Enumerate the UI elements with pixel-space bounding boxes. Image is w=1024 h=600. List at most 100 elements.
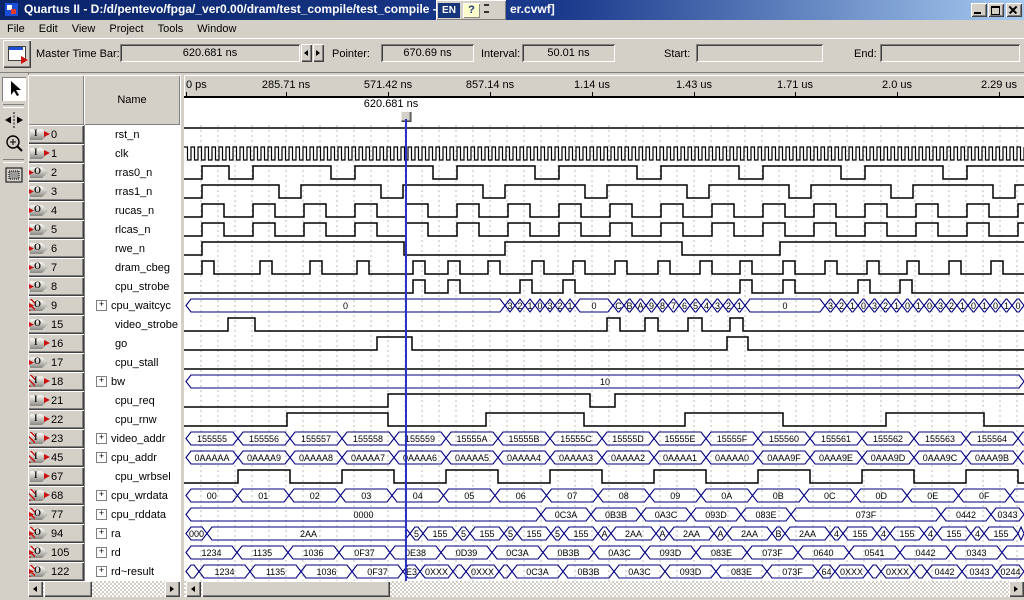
- signal-number-button-rst_n[interactable]: I0: [28, 125, 84, 144]
- scrollbar-thumb[interactable]: [202, 581, 390, 597]
- signal-number-button-go[interactable]: I16: [28, 334, 84, 353]
- title-bar[interactable]: Quartus II - D:/d/pentevo/fpga/_ver0.00/…: [0, 0, 1024, 20]
- zoom-icon[interactable]: [2, 132, 26, 156]
- menu-window[interactable]: Window: [190, 21, 243, 37]
- signal-row-cpu_wrdata[interactable]: +cpu_wrdata: [85, 486, 181, 505]
- signal-number-button-dram_cbeg[interactable]: O7: [28, 258, 84, 277]
- master-time-bar-value[interactable]: 620.681 ns: [120, 44, 300, 62]
- signal-number-button-video_strobe[interactable]: O15: [28, 315, 84, 334]
- signal-row-rras0_n[interactable]: rras0_n: [85, 163, 181, 182]
- signal-number-button-bw[interactable]: I18: [28, 372, 84, 391]
- menu-edit[interactable]: Edit: [32, 21, 65, 37]
- signal-row-rucas_n[interactable]: rucas_n: [85, 201, 181, 220]
- signal-row-cpu_rddata[interactable]: +cpu_rddata: [85, 505, 181, 524]
- signal-number-button-cpu_rddata[interactable]: O77: [28, 505, 84, 524]
- scroll-right-icon[interactable]: [165, 581, 180, 597]
- svg-text:0442: 0442: [934, 567, 954, 577]
- start-value[interactable]: [696, 44, 823, 62]
- master-time-marker-band[interactable]: 620.681 ns: [184, 98, 1024, 125]
- signal-number-button-cpu_stall[interactable]: O17: [28, 353, 84, 372]
- snap-to-transition-icon[interactable]: [2, 108, 26, 132]
- time-cursor-line[interactable]: [405, 119, 407, 581]
- signal-number-button-rwe_n[interactable]: O6: [28, 239, 84, 258]
- signal-number-button-cpu_addr[interactable]: I45: [28, 448, 84, 467]
- signal-number-button-cpu_rnw[interactable]: I22: [28, 410, 84, 429]
- signal-number: 8: [51, 281, 57, 293]
- signal-number-button-cpu_req[interactable]: I21: [28, 391, 84, 410]
- language-options-icon[interactable]: [483, 4, 490, 17]
- signal-row-video_strobe[interactable]: video_strobe: [85, 315, 181, 334]
- signal-number-button-rd~result[interactable]: O122: [28, 562, 84, 581]
- signal-row-rwe_n[interactable]: rwe_n: [85, 239, 181, 258]
- expand-group-icon[interactable]: +: [96, 300, 107, 311]
- signal-row-rd~result[interactable]: +rd~result: [85, 562, 181, 581]
- signal-row-cpu_waitcyc[interactable]: +cpu_waitcyc: [85, 296, 181, 315]
- signal-number-button-ra[interactable]: O94: [28, 524, 84, 543]
- signal-row-dram_cbeg[interactable]: dram_cbeg: [85, 258, 181, 277]
- svg-text:0B3B: 0B3B: [605, 510, 627, 520]
- master-time-spin-right-icon[interactable]: [313, 44, 324, 62]
- expand-group-icon[interactable]: +: [96, 547, 107, 558]
- expand-group-icon[interactable]: +: [96, 433, 107, 444]
- waveform-scrollbar[interactable]: [184, 581, 1024, 597]
- signal-row-cpu_strobe[interactable]: cpu_strobe: [85, 277, 181, 296]
- signal-row-rst_n[interactable]: rst_n: [85, 125, 181, 144]
- fullscreen-grid-icon[interactable]: [2, 163, 26, 187]
- expand-group-icon[interactable]: +: [96, 452, 107, 463]
- signal-number-button-rucas_n[interactable]: O4: [28, 201, 84, 220]
- signal-row-bw[interactable]: +bw: [85, 372, 181, 391]
- scrollbar-thumb[interactable]: [44, 581, 92, 597]
- waveform-display[interactable]: 032103210CBA9876543210321032101032101010…: [184, 125, 1024, 581]
- signal-row-cpu_req[interactable]: cpu_req: [85, 391, 181, 410]
- expand-group-icon[interactable]: +: [96, 509, 107, 520]
- selection-arrow-icon[interactable]: [2, 77, 26, 101]
- end-value[interactable]: [880, 44, 1020, 62]
- scroll-left-icon[interactable]: [28, 581, 43, 597]
- signal-number-button-rras0_n[interactable]: O2: [28, 163, 84, 182]
- name-panel-scrollbar[interactable]: [28, 581, 180, 597]
- signal-number-button-rras1_n[interactable]: O3: [28, 182, 84, 201]
- expand-group-icon[interactable]: +: [96, 528, 107, 539]
- signal-row-cpu_rnw[interactable]: cpu_rnw: [85, 410, 181, 429]
- signal-number-button-rd[interactable]: O105: [28, 543, 84, 562]
- signal-row-rlcas_n[interactable]: rlcas_n: [85, 220, 181, 239]
- svg-text:0B: 0B: [773, 491, 784, 501]
- expand-group-icon[interactable]: +: [96, 490, 107, 501]
- scroll-left-icon[interactable]: [186, 581, 201, 597]
- help-icon[interactable]: ?: [463, 3, 480, 18]
- language-bar[interactable]: EN ?: [436, 0, 506, 20]
- app-icon[interactable]: [4, 2, 19, 17]
- waveform-editor-icon[interactable]: [3, 40, 31, 68]
- signal-number-button-cpu_wrbsel[interactable]: I67: [28, 467, 84, 486]
- signal-row-go[interactable]: go: [85, 334, 181, 353]
- signal-number-button-cpu_wrdata[interactable]: I68: [28, 486, 84, 505]
- expand-group-icon[interactable]: +: [96, 376, 107, 387]
- master-time-spin-left-icon[interactable]: [301, 44, 312, 62]
- signal-number-button-video_addr[interactable]: I23: [28, 429, 84, 448]
- signal-number-button-cpu_waitcyc[interactable]: O9: [28, 296, 84, 315]
- signal-row-rras1_n[interactable]: rras1_n: [85, 182, 181, 201]
- restore-button[interactable]: [988, 3, 1004, 17]
- signal-row-rd[interactable]: +rd: [85, 543, 181, 562]
- menu-tools[interactable]: Tools: [151, 21, 191, 37]
- waveform-canvas[interactable]: 032103210CBA9876543210321032101032101010…: [184, 125, 1024, 581]
- signal-row-cpu_wrbsel[interactable]: cpu_wrbsel: [85, 467, 181, 486]
- signal-number-button-clk[interactable]: I1: [28, 144, 84, 163]
- signal-row-clk[interactable]: clk: [85, 144, 181, 163]
- svg-text:155557: 155557: [301, 434, 331, 444]
- expand-group-icon[interactable]: +: [96, 566, 107, 577]
- signal-number-button-rlcas_n[interactable]: O5: [28, 220, 84, 239]
- language-badge[interactable]: EN: [438, 3, 460, 18]
- minimize-button[interactable]: [971, 3, 987, 17]
- menu-view[interactable]: View: [65, 21, 103, 37]
- signal-row-video_addr[interactable]: +video_addr: [85, 429, 181, 448]
- signal-row-cpu_addr[interactable]: +cpu_addr: [85, 448, 181, 467]
- signal-row-cpu_stall[interactable]: cpu_stall: [85, 353, 181, 372]
- menu-file[interactable]: File: [0, 21, 32, 37]
- signal-number-button-cpu_strobe[interactable]: O8: [28, 277, 84, 296]
- scroll-right-icon[interactable]: [1009, 581, 1024, 597]
- signal-row-ra[interactable]: +ra: [85, 524, 181, 543]
- time-axis[interactable]: 0 ps285.71 ns571.42 ns857.14 ns1.14 us1.…: [184, 75, 1024, 98]
- menu-project[interactable]: Project: [102, 21, 150, 37]
- close-button[interactable]: [1006, 3, 1022, 17]
